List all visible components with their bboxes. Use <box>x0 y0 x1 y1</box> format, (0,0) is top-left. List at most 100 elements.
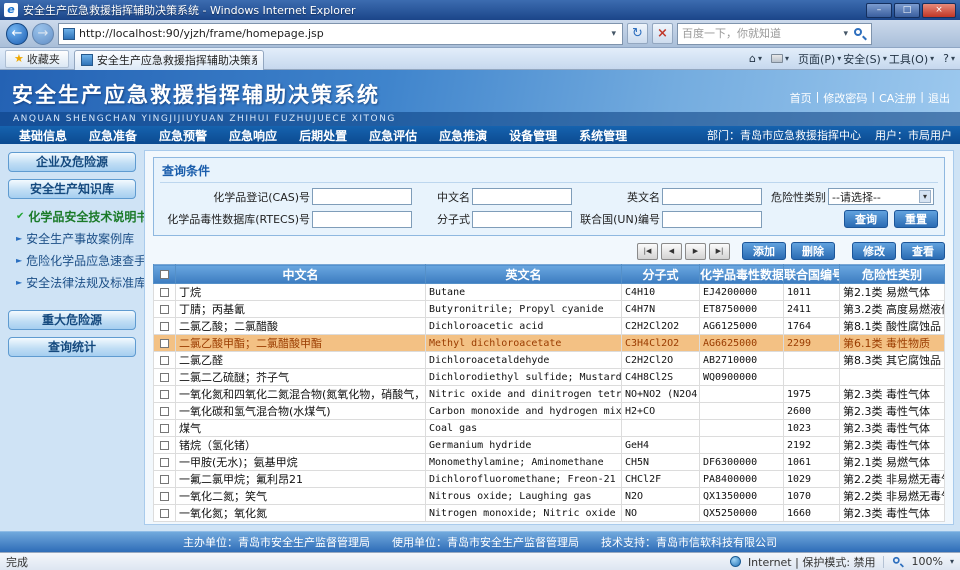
table-row[interactable]: 二氯乙醛DichloroacetaldehydeC2H2Cl2OAB271000… <box>154 352 945 369</box>
search-dropdown-icon[interactable]: ▾ <box>841 29 850 39</box>
modify-button[interactable]: 修改 <box>852 242 896 260</box>
print-button[interactable]: ▾ <box>771 54 789 63</box>
menu-item-应急响应[interactable]: 应急响应 <box>218 127 288 144</box>
change-password-link[interactable]: 修改密码 <box>823 90 867 106</box>
table-row[interactable]: 丁烷ButaneC4H10EJ42000001011第2.1类 易燃气体 <box>154 284 945 301</box>
delete-button[interactable]: 删除 <box>791 242 835 260</box>
back-button[interactable]: ← <box>6 23 28 45</box>
forward-button[interactable]: → <box>32 23 54 45</box>
menu-item-系统管理[interactable]: 系统管理 <box>568 127 638 144</box>
table-row[interactable]: 煤气Coal gas1023第2.3类 毒性气体 <box>154 420 945 437</box>
next-page-button[interactable]: ▶ <box>685 243 706 260</box>
cas-number-input[interactable] <box>312 188 412 205</box>
page-menu-button[interactable]: 页面(P) ▾ <box>798 51 841 67</box>
browser-tab[interactable]: 安全生产应急救援指挥辅助决策系统 <box>74 50 264 70</box>
close-button[interactable]: × <box>922 3 956 18</box>
sidebar-button[interactable]: 重大危险源 <box>8 310 136 330</box>
zoom-dropdown-icon[interactable]: ▾ <box>950 557 954 566</box>
menu-item-设备管理[interactable]: 设备管理 <box>498 127 568 144</box>
row-checkbox[interactable] <box>160 441 169 450</box>
row-checkbox[interactable] <box>160 509 169 518</box>
table-row[interactable]: 二氯乙酸甲酯；二氯醋酸甲酯Methyl dichloroacetateC3H4C… <box>154 335 945 352</box>
menu-item-后期处置[interactable]: 后期处置 <box>288 127 358 144</box>
internet-zone-icon <box>730 556 741 567</box>
row-checkbox[interactable] <box>160 322 169 331</box>
column-header[interactable]: 危险性类别 <box>840 265 945 284</box>
sidebar-link[interactable]: ►安全法律法规及标准库 <box>6 272 138 294</box>
cn-name-cell: 二氯乙酸；二氯醋酸 <box>176 318 426 335</box>
sidebar-link[interactable]: ►安全生产事故案例库 <box>6 228 138 250</box>
column-header[interactable]: 化学品毒性数据... <box>700 265 784 284</box>
reset-button[interactable]: 重置 <box>894 210 938 228</box>
menu-item-应急准备[interactable]: 应急准备 <box>78 127 148 144</box>
refresh-button[interactable]: ↻ <box>627 23 648 44</box>
row-checkbox[interactable] <box>160 339 169 348</box>
sidebar-button[interactable]: 企业及危险源 <box>8 152 136 172</box>
row-checkbox[interactable] <box>160 288 169 297</box>
safety-menu-button[interactable]: 安全(S) ▾ <box>843 51 887 67</box>
minimize-button[interactable]: – <box>866 3 892 18</box>
sidebar-button[interactable]: 查询统计 <box>8 337 136 357</box>
row-checkbox[interactable] <box>160 458 169 467</box>
logout-link[interactable]: 退出 <box>928 90 950 106</box>
sidebar-button[interactable]: 安全生产知识库 <box>8 179 136 199</box>
row-checkbox[interactable] <box>160 407 169 416</box>
table-row[interactable]: 丁腈；丙基氰Butyronitrile; Propyl cyanideC4H7N… <box>154 301 945 318</box>
english-name-input[interactable] <box>662 188 762 205</box>
stop-button[interactable]: × <box>652 23 673 44</box>
address-url-input[interactable] <box>79 27 605 40</box>
search-input[interactable] <box>682 27 838 40</box>
first-page-button[interactable]: |◀ <box>637 243 658 260</box>
home-button[interactable]: ⌂ ▾ <box>749 52 762 65</box>
row-checkbox[interactable] <box>160 390 169 399</box>
chinese-name-input[interactable] <box>472 188 572 205</box>
menu-item-应急推演[interactable]: 应急推演 <box>428 127 498 144</box>
menu-item-应急预警[interactable]: 应急预警 <box>148 127 218 144</box>
row-checkbox[interactable] <box>160 373 169 382</box>
prev-page-button[interactable]: ◀ <box>661 243 682 260</box>
table-row[interactable]: 二氯乙酸；二氯醋酸Dichloroacetic acidC2H2Cl2O2AG6… <box>154 318 945 335</box>
row-checkbox[interactable] <box>160 356 169 365</box>
view-button[interactable]: 查看 <box>901 242 945 260</box>
table-row[interactable]: 二氯二乙硫醚；芥子气Dichlorodiethyl sulfide; Musta… <box>154 369 945 386</box>
row-checkbox[interactable] <box>160 424 169 433</box>
column-header[interactable]: 分子式 <box>622 265 700 284</box>
row-checkbox[interactable] <box>160 305 169 314</box>
address-bar[interactable]: ▾ <box>58 23 623 45</box>
row-checkbox[interactable] <box>160 492 169 501</box>
zoom-level[interactable]: 100% <box>912 555 943 568</box>
table-row[interactable]: 一氧化碳和氢气混合物(水煤气)Carbon monoxide and hydro… <box>154 403 945 420</box>
help-button[interactable]: ? ▾ <box>943 52 955 65</box>
table-row[interactable]: 一氟二氯甲烷；氟利昂21Dichlorofluoromethane; Freon… <box>154 471 945 488</box>
un-number-cell: 1023 <box>784 420 840 437</box>
address-dropdown-icon[interactable]: ▾ <box>609 29 618 39</box>
table-row[interactable]: 一氧化二氮；笑气Nitrous oxide; Laughing gasN2OQX… <box>154 488 945 505</box>
formula-input[interactable] <box>472 211 572 228</box>
maximize-button[interactable]: □ <box>894 3 920 18</box>
rtecs-number-input[interactable] <box>312 211 412 228</box>
search-icon[interactable] <box>853 27 867 41</box>
ca-register-link[interactable]: CA注册 <box>879 90 916 106</box>
tools-menu-button[interactable]: 工具(O) ▾ <box>889 51 934 67</box>
un-number-input[interactable] <box>662 211 762 228</box>
favorites-button[interactable]: ★ 收藏夹 <box>5 50 69 68</box>
last-page-button[interactable]: ▶| <box>709 243 730 260</box>
sidebar-link[interactable]: ►危险化学品应急速查手... <box>6 250 138 272</box>
hazard-class-select[interactable]: --请选择--▾ <box>828 188 934 205</box>
select-all-checkbox[interactable] <box>160 270 169 279</box>
row-checkbox[interactable] <box>160 475 169 484</box>
table-row[interactable]: 一氧化氮；氧化氮Nitrogen monoxide; Nitric oxideN… <box>154 505 945 522</box>
table-row[interactable]: 一甲胺(无水)；氨基甲烷Monomethylamine; Aminomethan… <box>154 454 945 471</box>
search-box[interactable]: ▾ <box>677 23 872 45</box>
table-row[interactable]: 一氧化氮和四氧化二氮混合物(氮氧化物，硝酸气，氧化氮气体)Nitric oxid… <box>154 386 945 403</box>
column-header[interactable]: 联合国编号 <box>784 265 840 284</box>
menu-item-应急评估[interactable]: 应急评估 <box>358 127 428 144</box>
column-header[interactable]: 英文名 <box>426 265 622 284</box>
menu-item-基础信息[interactable]: 基础信息 <box>8 127 78 144</box>
sidebar-link[interactable]: ✔化学品安全技术说明书 <box>6 206 138 228</box>
table-row[interactable]: 锗烷（氢化锗）Germanium hydrideGeH42192第2.3类 毒性… <box>154 437 945 454</box>
search-button[interactable]: 查询 <box>844 210 888 228</box>
add-button[interactable]: 添加 <box>742 242 786 260</box>
home-link[interactable]: 首页 <box>790 90 812 106</box>
column-header[interactable]: 中文名 <box>176 265 426 284</box>
